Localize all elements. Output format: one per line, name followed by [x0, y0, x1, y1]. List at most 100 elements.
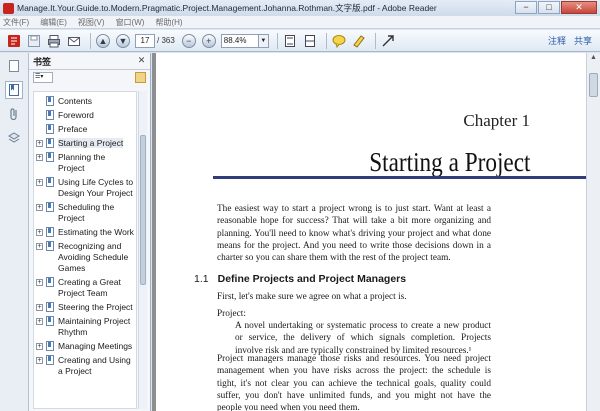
create-pdf-icon[interactable]: [6, 33, 22, 49]
bookmark-item[interactable]: + Estimating the Work: [34, 227, 136, 238]
previous-page-button[interactable]: ▲: [95, 33, 111, 49]
bookmark-item[interactable]: + Recognizing and Avoiding Schedule Games: [34, 241, 136, 274]
bookmark-label: Creating and Using a Project: [58, 355, 131, 376]
arrow-up-icon: ▲: [96, 33, 110, 48]
document-area: Chapter 1 Starting a Project The easiest…: [152, 53, 586, 411]
expand-plus-icon[interactable]: +: [36, 204, 43, 211]
toolbar-divider: [90, 32, 91, 49]
bookmark-list: Contents Foreword Preface + Starting a Proje…: [33, 91, 137, 409]
expand-plus-icon[interactable]: +: [36, 343, 43, 350]
bookmarks-scrollbar[interactable]: [138, 91, 147, 409]
attachments-icon[interactable]: [5, 105, 23, 123]
print-icon[interactable]: [46, 33, 62, 49]
expand-icon[interactable]: [380, 33, 396, 49]
paragraph-project-managers: Project managers manage those risks and …: [217, 354, 491, 411]
options-dropdown-icon[interactable]: ☰▾: [33, 72, 53, 83]
maximize-button[interactable]: □: [538, 1, 560, 14]
page-total: / 363: [157, 36, 175, 45]
bookmark-page-icon: [46, 341, 54, 351]
fit-page-icon[interactable]: [282, 33, 298, 49]
bookmarks-panel-title: 书签: [33, 56, 52, 67]
bookmark-item[interactable]: Contents: [34, 96, 136, 107]
window-controls: − □ ✕: [514, 1, 597, 14]
bookmark-item[interactable]: + Managing Meetings: [34, 341, 136, 352]
zoom-out-button[interactable]: −: [181, 33, 197, 49]
chapter-rule: [213, 176, 586, 179]
menu-view[interactable]: 视图(V): [78, 17, 105, 28]
toolbar-divider: [374, 32, 376, 49]
menu-help[interactable]: 帮助(H): [155, 17, 182, 28]
new-bookmark-icon[interactable]: [135, 72, 146, 83]
comment-button[interactable]: 注释: [548, 34, 566, 47]
bookmark-item[interactable]: + Planning the Project: [34, 152, 136, 174]
bookmark-label: Starting a Project: [58, 138, 124, 148]
bookmark-item[interactable]: Foreword: [34, 110, 136, 121]
project-definition: A novel undertaking or systematic proces…: [235, 321, 491, 356]
bookmark-label: Planning the Project: [58, 152, 106, 173]
scrollbar-thumb[interactable]: [589, 73, 598, 97]
close-button[interactable]: ✕: [561, 1, 597, 14]
expand-plus-icon[interactable]: +: [36, 357, 43, 364]
bookmark-item[interactable]: + Maintaining Project Rhythm: [34, 316, 136, 338]
share-button[interactable]: 共享: [574, 34, 592, 47]
zoom-level-input[interactable]: 88.4%: [220, 33, 259, 48]
expand-plus-icon[interactable]: +: [36, 304, 43, 311]
bookmark-page-icon: [46, 355, 54, 365]
scrollbar-thumb[interactable]: [140, 135, 146, 285]
adobe-reader-window: Manage.It.Your.Guide.to.Modern.Pragmatic…: [0, 0, 600, 411]
expand-plus-icon[interactable]: +: [36, 154, 43, 161]
menu-window[interactable]: 窗口(W): [116, 17, 145, 28]
expand-plus-icon[interactable]: +: [36, 318, 43, 325]
save-icon[interactable]: [26, 33, 42, 49]
layers-icon[interactable]: [5, 129, 23, 147]
close-panel-icon[interactable]: ✕: [136, 55, 147, 66]
highlight-icon[interactable]: [351, 33, 367, 49]
expand-plus-icon[interactable]: +: [36, 179, 43, 186]
bookmark-page-icon: [46, 302, 54, 312]
menu-file[interactable]: 文件(F): [3, 17, 29, 28]
bookmark-label: Using Life Cycles to Design Your Project: [58, 177, 134, 198]
next-page-button[interactable]: ▼: [115, 33, 131, 49]
toolbar-right-links: 注释 共享: [540, 34, 592, 47]
bookmark-label: Contents: [58, 96, 93, 106]
toolbar: ▲ ▼ 17 / 363 − + 88.4% ▼: [0, 30, 600, 52]
bookmark-item[interactable]: + Scheduling the Project: [34, 202, 136, 224]
bookmark-item[interactable]: + Using Life Cycles to Design Your Projec…: [34, 177, 136, 199]
bookmarks-panel: 书签 ✕ ☰▾ Contents Foreword Preface + Starting…: [29, 53, 151, 411]
bookmark-label: Managing Meetings: [58, 341, 133, 351]
scroll-up-icon[interactable]: ▲: [588, 54, 600, 66]
menu-edit[interactable]: 编辑(E): [40, 17, 67, 28]
bookmark-page-icon: [46, 241, 54, 251]
paragraph-first: First, let's make sure we agree on what …: [217, 292, 407, 302]
expand-plus-icon[interactable]: +: [36, 229, 43, 236]
section-title: Define Projects and Project Managers: [217, 273, 407, 285]
document-scrollbar[interactable]: ▲: [586, 53, 600, 411]
minimize-button[interactable]: −: [515, 1, 537, 14]
email-icon[interactable]: [66, 33, 82, 49]
zoom-in-button[interactable]: +: [201, 33, 217, 49]
bookmark-page-icon: [46, 110, 54, 120]
chapter-title: Starting a Project: [368, 147, 530, 177]
bookmark-item[interactable]: + Starting a Project: [34, 138, 136, 149]
bookmark-item[interactable]: Preface: [34, 124, 136, 135]
toolbar-divider: [276, 32, 278, 49]
bookmark-item[interactable]: + Creating and Using a Project: [34, 355, 136, 377]
bookmark-label: Recognizing and Avoiding Schedule Games: [58, 241, 129, 273]
fit-width-icon[interactable]: [302, 33, 318, 49]
expand-plus-icon[interactable]: +: [36, 140, 43, 147]
minus-icon: −: [181, 33, 196, 48]
bookmark-label: Creating a Great Project Team: [58, 277, 121, 298]
bookmark-page-icon: [46, 138, 54, 148]
comment-bubble-icon[interactable]: [331, 33, 347, 49]
chapter-label: Chapter 1: [463, 111, 530, 130]
zoom-dropdown-icon[interactable]: ▼: [258, 33, 269, 48]
expand-plus-icon[interactable]: +: [36, 279, 43, 286]
bookmarks-icon[interactable]: [5, 81, 23, 99]
page-number-input[interactable]: 17: [135, 33, 155, 48]
plus-icon: +: [201, 33, 216, 48]
navigation-strip: [0, 53, 29, 411]
bookmark-item[interactable]: + Creating a Great Project Team: [34, 277, 136, 299]
expand-plus-icon[interactable]: +: [36, 243, 43, 250]
pages-icon[interactable]: [5, 57, 23, 75]
bookmark-item[interactable]: + Steering the Project: [34, 302, 136, 313]
